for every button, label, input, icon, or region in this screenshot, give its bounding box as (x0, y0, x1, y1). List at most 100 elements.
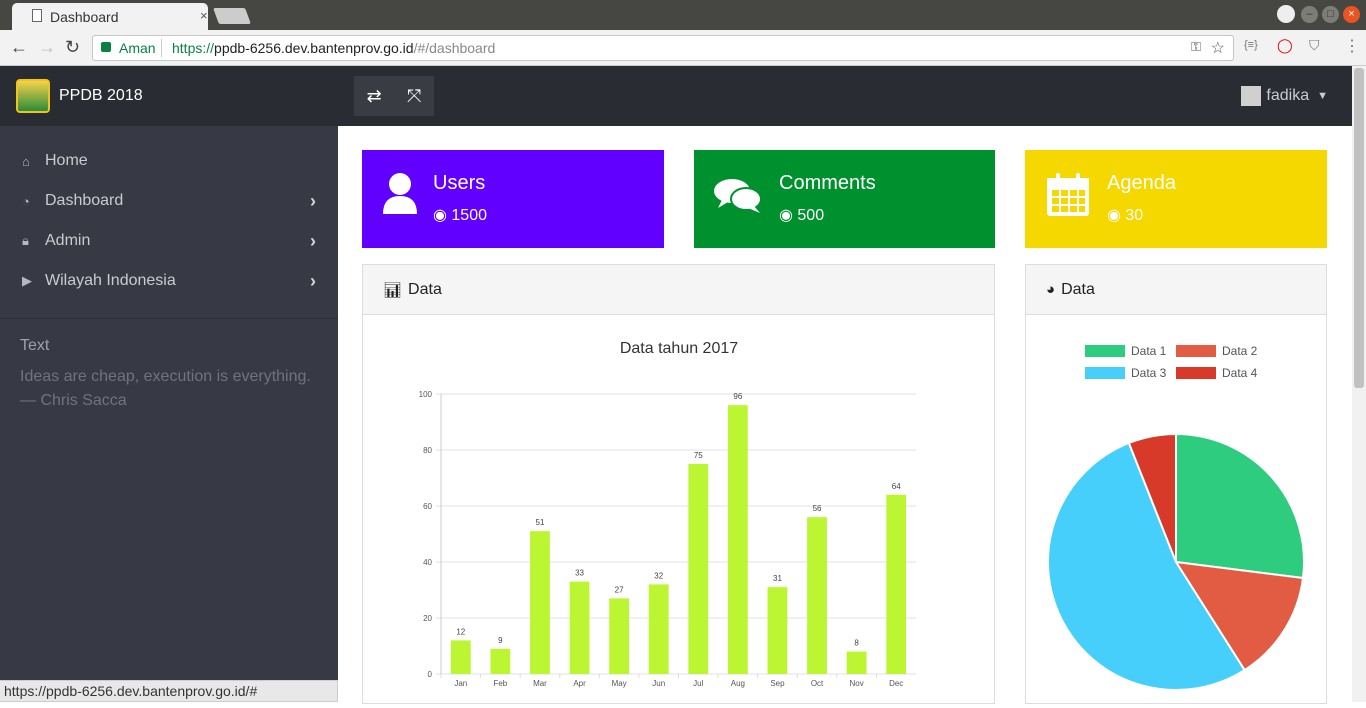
browser-tab[interactable]: Dashboard × (12, 3, 208, 30)
card-value: ◉ 30 (1107, 207, 1144, 224)
card-value: ◉ 1500 (433, 207, 487, 224)
card-title: Agenda (1107, 172, 1176, 194)
fullscreen-icon[interactable]: ⤧ (407, 86, 421, 107)
bar-value-label: 32 (654, 571, 663, 580)
bar (688, 464, 709, 674)
card-value: ◉ 500 (779, 207, 825, 224)
lock-icon (101, 42, 111, 52)
comments-card[interactable]: Comments ◉ 500 (694, 150, 995, 248)
address-bar-row: ← → ↻ Aman https://ppdb-6256.dev.bantenp… (0, 30, 1366, 66)
bar (530, 531, 550, 674)
y-tick-label: 80 (423, 446, 432, 455)
menu-dots-icon[interactable]: ⋮ (1344, 36, 1360, 56)
reload-icon[interactable]: ↻ (65, 37, 80, 58)
agenda-card[interactable]: Agenda ◉ 30 (1025, 150, 1327, 248)
user-menu[interactable]: fadika ▼ (1241, 86, 1328, 106)
brand-title: PPDB 2018 (59, 87, 143, 104)
dashboard-icon: ◔ (22, 193, 30, 209)
y-tick-label: 20 (423, 614, 432, 623)
close-window-icon[interactable]: × (1343, 6, 1360, 23)
panel-header: 📊︎ Data (363, 265, 994, 315)
bar (727, 405, 748, 674)
profile-icon[interactable] (1277, 5, 1295, 23)
chevron-right-icon: › (310, 231, 316, 251)
panel-header: ◕ Data (1026, 265, 1326, 315)
scrollbar[interactable] (1352, 66, 1366, 702)
bar-value-label: 27 (615, 585, 624, 594)
bar-value-label: 75 (694, 451, 703, 460)
bar (450, 640, 471, 674)
opera-extension-icon[interactable]: ◯ (1277, 37, 1293, 54)
x-tick-label: Dec (889, 679, 903, 688)
top-navbar: ⇄ ⤧ fadika ▼ (338, 66, 1352, 126)
bookmark-star-icon[interactable]: ☆ (1211, 38, 1225, 58)
browser-tab-bar: Dashboard × – □ × (0, 0, 1366, 30)
x-tick-label: Feb (493, 679, 507, 688)
shield-icon[interactable]: ⛉ (1309, 37, 1320, 54)
legend-swatch (1176, 367, 1216, 379)
quote-text: Ideas are cheap, execution is everything… (20, 368, 311, 385)
brand[interactable]: PPDB 2018 (0, 66, 338, 126)
bar-chart-icon: 📊︎ (383, 281, 403, 299)
chart-title: Data tahun 2017 (620, 340, 738, 357)
sidebar-item-label: Dashboard (45, 192, 124, 209)
pie-chart: Data 1 Data 2 Data 3 Data 4 (1047, 344, 1305, 691)
bar-value-label: 51 (536, 518, 545, 527)
chevron-right-icon: › (310, 191, 316, 211)
sidebar-item-wilayah[interactable]: ▶ Wilayah Indonesia › (0, 261, 338, 301)
quote-author: — Chris Sacca (20, 392, 127, 409)
home-icon: ⌂ (22, 153, 30, 169)
legend-label: Data 2 (1222, 344, 1258, 358)
bar-value-label: 9 (498, 636, 503, 645)
caret-down-icon: ▼ (1317, 90, 1328, 102)
users-card[interactable]: Users ◉ 1500 (362, 150, 664, 248)
sidebar-item-home[interactable]: ⌂ Home (0, 141, 338, 181)
legend-swatch (1085, 345, 1125, 357)
main-content: Users ◉ 1500 Comments ◉ 500 Agenda ◉ 30 … (338, 126, 1352, 704)
bar-value-label: 64 (892, 482, 901, 491)
bar (846, 651, 867, 674)
bar (648, 584, 669, 674)
comments-icon (714, 178, 762, 224)
sidebar-menu: ⌂ Home ◔ Dashboard › 🔒︎ Admin › ▶ Wilaya… (0, 126, 338, 301)
extension-icon[interactable]: {≡} (1244, 39, 1258, 51)
tab-close-icon[interactable]: × (200, 8, 208, 23)
window-controls: – □ × (1301, 6, 1360, 23)
user-name: fadika (1266, 87, 1310, 104)
maximize-icon[interactable]: □ (1322, 6, 1339, 23)
bar-value-label: 12 (456, 627, 465, 636)
bar (490, 648, 511, 674)
y-tick-label: 40 (423, 558, 432, 567)
bar (569, 581, 590, 674)
new-tab-button[interactable] (213, 8, 251, 24)
back-icon[interactable]: ← (10, 37, 28, 58)
sidebar-item-dashboard[interactable]: ◔ Dashboard › (0, 181, 338, 221)
y-tick-label: 0 (428, 670, 433, 679)
sidebar-item-label: Wilayah Indonesia (45, 272, 176, 289)
sidebar-item-label: Home (45, 152, 88, 169)
card-title: Users (433, 172, 486, 194)
x-tick-label: Nov (850, 679, 864, 688)
bar-value-label: 31 (773, 574, 782, 583)
logo (16, 79, 50, 113)
scrollbar-thumb[interactable] (1354, 68, 1364, 388)
secure-label: Aman (119, 40, 156, 56)
pie-chart-panel: ◕ Data Data 1 Data 2 Data 3 Data 4 (1025, 264, 1327, 704)
toggle-sidebar-icon[interactable]: ⇄ (367, 86, 382, 107)
play-circle-icon: ▶ (22, 273, 32, 288)
minimize-icon[interactable]: – (1301, 6, 1318, 23)
toolbar-buttons: ⇄ ⤧ (354, 76, 434, 116)
sidebar-item-label: Admin (45, 232, 91, 249)
sidebar-item-admin[interactable]: 🔒︎ Admin › (0, 221, 338, 261)
x-tick-label: Mar (533, 679, 547, 688)
legend-label: Data 3 (1131, 366, 1167, 380)
panel-title: Data (1061, 280, 1095, 298)
status-bar-url: https://ppdb-6256.dev.bantenprov.go.id/# (0, 680, 338, 702)
bar-value-label: 33 (575, 569, 584, 578)
key-icon[interactable]: ⚿ (1191, 39, 1201, 55)
x-tick-label: Jun (652, 679, 665, 688)
x-tick-label: Oct (811, 679, 824, 688)
forward-icon[interactable]: → (38, 37, 56, 58)
url-input[interactable]: Aman https://ppdb-6256.dev.bantenprov.go… (92, 35, 1234, 61)
bar-value-label: 96 (733, 392, 742, 401)
